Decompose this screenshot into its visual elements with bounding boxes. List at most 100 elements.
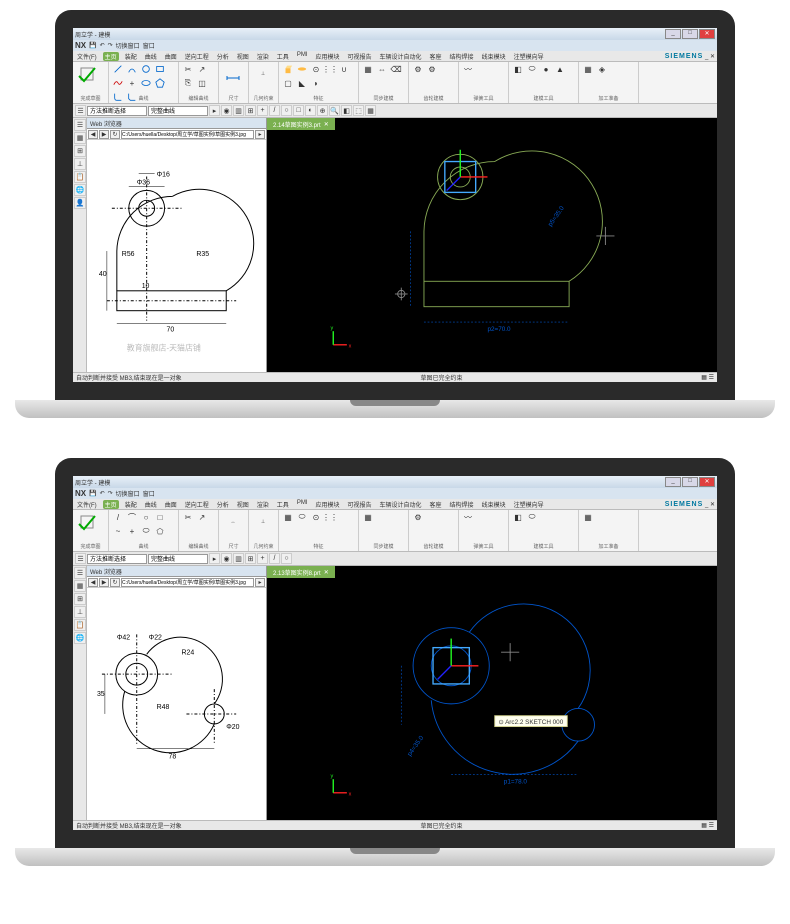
ri2-8[interactable]: ⬠: [154, 525, 166, 537]
close-button[interactable]: ✕: [699, 29, 715, 39]
ri2-3[interactable]: ○: [140, 511, 152, 523]
point-icon[interactable]: +: [126, 77, 138, 89]
menu-weld[interactable]: 结构焊接: [448, 52, 476, 61]
resize-icon[interactable]: ⇔: [376, 63, 388, 75]
menu-button-2[interactable]: ☰: [75, 553, 86, 564]
tb2-5[interactable]: +: [257, 553, 268, 564]
cone-icon[interactable]: ▲: [554, 63, 566, 75]
menu-assembly[interactable]: 装配: [123, 52, 139, 61]
tb2-7[interactable]: ○: [281, 553, 292, 564]
qa-switch-2[interactable]: 切换窗口: [116, 489, 140, 498]
tab-close-icon[interactable]: ✕: [324, 121, 329, 128]
menu-file-2[interactable]: 文件(F): [75, 500, 99, 509]
ri2-7[interactable]: ⬭: [140, 525, 152, 537]
polygon-icon[interactable]: [154, 77, 166, 89]
ri2-p1[interactable]: ▦: [582, 511, 594, 523]
menu-weld-2[interactable]: 结构焊接: [448, 500, 476, 509]
minimize-button[interactable]: _: [665, 29, 681, 39]
url-go-2[interactable]: ▸: [255, 578, 265, 587]
ri2-e[interactable]: ↗: [196, 511, 208, 523]
tb-11[interactable]: 🔍: [329, 105, 340, 116]
offset-icon[interactable]: ⎘: [182, 77, 194, 89]
menu-reverse[interactable]: 逆向工程: [183, 52, 211, 61]
ri2-6[interactable]: +: [126, 525, 138, 537]
ri2-cy[interactable]: ⬭: [526, 511, 538, 523]
tb-13[interactable]: ⬚: [353, 105, 364, 116]
url-refresh-2[interactable]: ↻: [110, 578, 120, 587]
app-close[interactable]: ✕: [710, 54, 715, 60]
vt-const[interactable]: ⊥: [74, 158, 86, 170]
tb-1[interactable]: ▸: [209, 105, 220, 116]
curve-filter-dropdown[interactable]: [148, 106, 208, 116]
menu-harness[interactable]: 线束模块: [480, 52, 508, 61]
menu-button[interactable]: ☰: [75, 105, 86, 116]
tb2-4[interactable]: ⊞: [245, 553, 256, 564]
tab-close-icon-2[interactable]: ✕: [324, 569, 329, 576]
close-button-2[interactable]: ✕: [699, 477, 715, 487]
viewport-tab-2[interactable]: 2.13草图实例8.prt ✕: [267, 566, 335, 578]
tb2-6[interactable]: /: [269, 553, 280, 564]
vt-hist-2[interactable]: 📋: [74, 619, 86, 631]
tb-3[interactable]: ▥: [233, 105, 244, 116]
menu-surface-2[interactable]: 曲面: [163, 500, 179, 509]
vt-part[interactable]: ▦: [74, 132, 86, 144]
menu-render[interactable]: 渲染: [255, 52, 271, 61]
blend-icon[interactable]: ◗: [310, 77, 322, 89]
maximize-button-2[interactable]: □: [682, 477, 698, 487]
vt-asm-2[interactable]: ⊞: [74, 593, 86, 605]
menu-home-2[interactable]: 主页: [103, 500, 119, 509]
ri2-cb[interactable]: ◧: [512, 511, 524, 523]
finish-sketch-button-2[interactable]: [76, 511, 98, 533]
cylinder-icon[interactable]: ⬭: [526, 63, 538, 75]
menu-surface[interactable]: 曲面: [163, 52, 179, 61]
menu-pmi[interactable]: PMI: [295, 52, 310, 61]
tb-9[interactable]: ◐: [305, 105, 316, 116]
vt-web-2[interactable]: 🌐: [74, 632, 86, 644]
url-fwd-2[interactable]: ▶: [99, 578, 109, 587]
ri2-5[interactable]: ~: [112, 525, 124, 537]
menu-file[interactable]: 文件(F): [75, 52, 99, 61]
menu-analysis[interactable]: 分析: [215, 52, 231, 61]
3d-viewport[interactable]: 2.14草图实例3.prt ✕: [267, 118, 717, 372]
menu-curve[interactable]: 曲线: [143, 52, 159, 61]
tb-10[interactable]: ⊕: [317, 105, 328, 116]
ri2-2[interactable]: ⌒: [126, 511, 138, 523]
curve-filter-dropdown-2[interactable]: [148, 554, 208, 564]
rect-icon[interactable]: [154, 63, 166, 75]
arc-icon[interactable]: [126, 63, 138, 75]
qa-save-icon-2[interactable]: 💾: [89, 490, 96, 497]
menu-app[interactable]: 应用模块: [313, 52, 341, 61]
minimize-button-2[interactable]: _: [665, 477, 681, 487]
tb-8[interactable]: □: [293, 105, 304, 116]
menu-visreport-2[interactable]: 可视报告: [346, 500, 374, 509]
delete-face-icon[interactable]: ⌫: [390, 63, 402, 75]
pattern-icon[interactable]: ⋮⋮: [324, 63, 336, 75]
menu-mold[interactable]: 注塑模向导: [512, 52, 546, 61]
ri2-t[interactable]: ✂: [182, 511, 194, 523]
gear-icon[interactable]: ⚙: [412, 63, 424, 75]
url-fwd[interactable]: ▶: [99, 130, 109, 139]
hole-icon[interactable]: ⊙: [310, 63, 322, 75]
menu-home[interactable]: 主页: [103, 52, 119, 61]
tb2-3[interactable]: ▥: [233, 553, 244, 564]
ellipse-icon[interactable]: [140, 77, 152, 89]
constraint-button[interactable]: ⊥: [252, 63, 274, 85]
ri2-ho[interactable]: ⊙: [310, 511, 322, 523]
url-go[interactable]: ▸: [255, 130, 265, 139]
menu-render-2[interactable]: 渲染: [255, 500, 271, 509]
menu-view[interactable]: 视图: [235, 52, 251, 61]
ri2-4[interactable]: □: [154, 511, 166, 523]
url-input[interactable]: [121, 130, 254, 139]
maximize-button[interactable]: □: [682, 29, 698, 39]
menu-visreport[interactable]: 可视报告: [346, 52, 374, 61]
qa-redo-icon[interactable]: ↷: [108, 42, 113, 49]
vt-const-2[interactable]: ⊥: [74, 606, 86, 618]
vt-part-2[interactable]: ▦: [74, 580, 86, 592]
unite-icon[interactable]: ∪: [338, 63, 350, 75]
app-close-2[interactable]: ✕: [710, 502, 715, 508]
menu-guest-2[interactable]: 客座: [428, 500, 444, 509]
cube-icon[interactable]: ◧: [512, 63, 524, 75]
tb2-1[interactable]: ▸: [209, 553, 220, 564]
extend-icon[interactable]: ↗: [196, 63, 208, 75]
menu-curve-2[interactable]: 曲线: [143, 500, 159, 509]
